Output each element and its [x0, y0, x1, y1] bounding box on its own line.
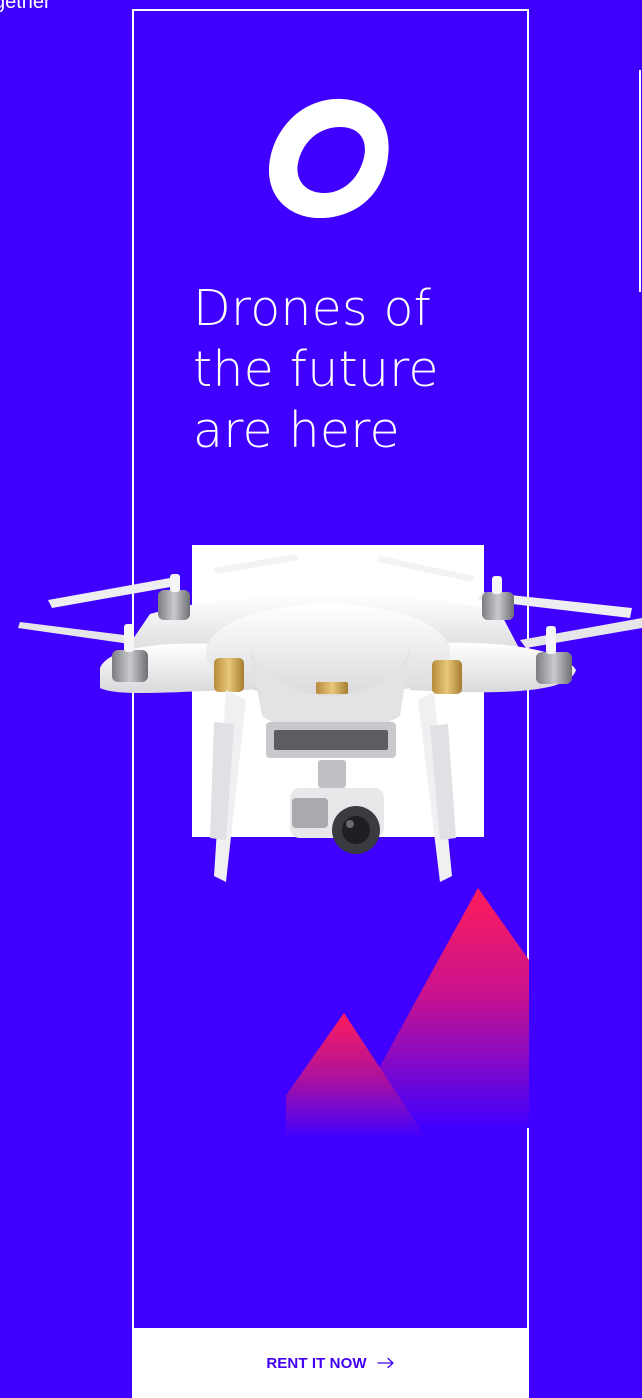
headline-line-2: the future [193, 341, 439, 398]
drone-image [18, 554, 642, 882]
rent-it-now-button[interactable]: RENT IT NOW [133, 1328, 528, 1398]
page: gether Drones of the future are here [0, 0, 642, 1398]
ring-logo-icon [268, 98, 389, 218]
mountains-graphic [286, 888, 529, 1138]
headline-line-1: Drones of [193, 280, 432, 337]
headline-line-3: are here [193, 402, 400, 459]
arrow-right-icon [376, 1357, 394, 1369]
rent-it-now-label: RENT IT NOW [266, 1354, 367, 1372]
headline: Drones of the future are here [193, 278, 473, 461]
partial-caption-text: gether [0, 0, 51, 13]
next-banner-edge [639, 70, 641, 292]
